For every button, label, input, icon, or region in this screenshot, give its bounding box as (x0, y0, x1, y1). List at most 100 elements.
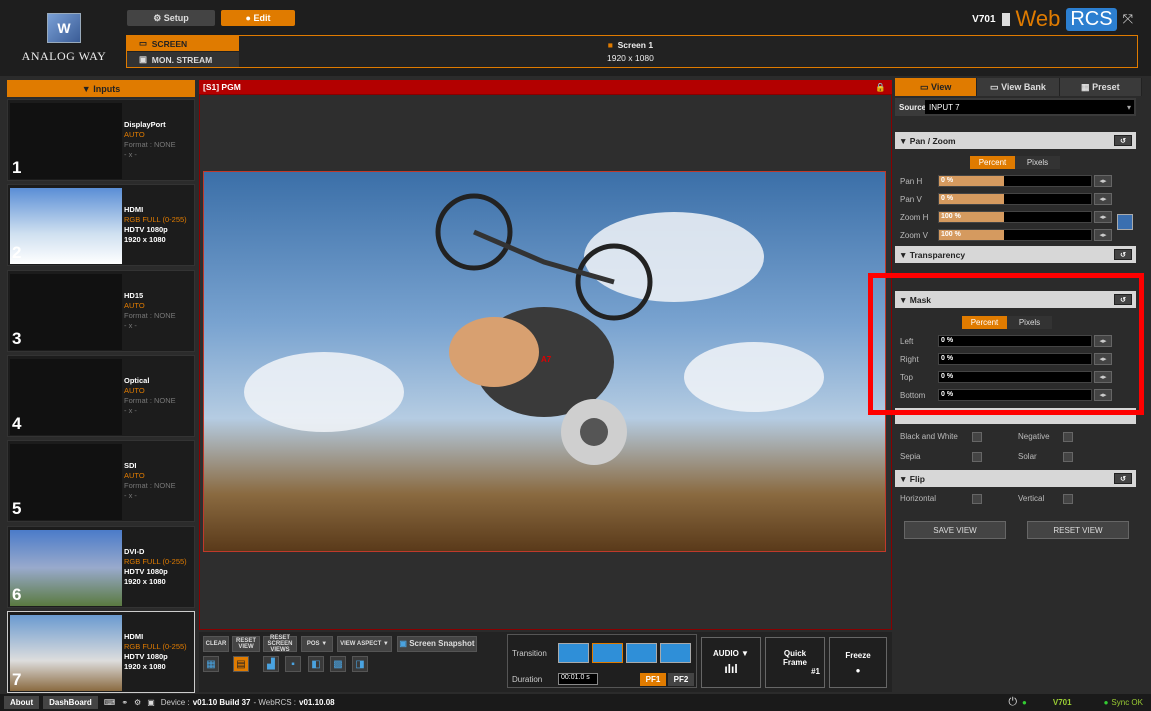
input-thumbnail (10, 358, 122, 435)
pan-zoom-slider[interactable]: 100 % (938, 211, 1092, 223)
slider-value: 100 % (941, 213, 961, 220)
duration-input[interactable]: 00:01.0 s (558, 673, 598, 685)
view-aspect-dropdown[interactable]: VIEW ASPECT ▼ (337, 636, 392, 652)
layer-layout-icon[interactable]: ▤ (233, 656, 249, 672)
aspect-lock-icon[interactable] (1117, 214, 1133, 230)
quick-frame-button[interactable]: Quick Frame #1 (765, 637, 825, 688)
transition-panel: Transition Duration 00:01.0 s PF1 PF2 (507, 634, 697, 688)
audio-label: AUDIO ▼ (713, 649, 749, 658)
dashboard-button[interactable]: DashBoard (43, 696, 98, 709)
clear-button[interactable]: CLEAR (203, 636, 229, 652)
pan-zoom-slider[interactable]: 0 % (938, 193, 1092, 205)
input-card[interactable]: 4 Optical AUTO Format : NONE - x - (7, 354, 195, 437)
screen-snapshot-button[interactable]: ▣ Screen Snapshot (397, 636, 477, 652)
input-card[interactable]: 6 DVI-D RGB FULL (0-255) HDTV 1080p 1920 x 1… (7, 525, 195, 608)
stepper-icon[interactable]: ◂▸ (1094, 211, 1112, 223)
input-info: HDMI RGB FULL (0-255) HDTV 1080p 1920 x 108… (124, 205, 187, 245)
transition-slide-icon[interactable] (626, 643, 657, 663)
pixels-toggle[interactable]: Pixels (1015, 156, 1060, 169)
input-card[interactable]: 1 DisplayPort AUTO Format : NONE - x - (7, 99, 195, 181)
web-text: Web (1015, 6, 1061, 31)
edit-button[interactable]: ● Edit (221, 10, 295, 26)
setup-button[interactable]: ⚙ Setup (127, 10, 215, 26)
percent-toggle[interactable]: Percent (970, 156, 1015, 169)
source-select[interactable]: INPUT 7 ▾ (925, 100, 1134, 114)
mon-stream-tab[interactable]: ▣ MON. STREAM (127, 52, 239, 67)
black-white-label: Black and White (900, 432, 958, 441)
pf1-button[interactable]: PF1 (640, 673, 666, 686)
reset-icon[interactable]: ↺ (1114, 249, 1132, 260)
mon-stream-label: MON. STREAM (151, 54, 213, 65)
input-card[interactable]: 2 HDMI RGB FULL (0-255) HDTV 1080p 1920 x 10… (7, 184, 195, 267)
black-white-checkbox[interactable] (972, 432, 982, 442)
reset-screen-views-button[interactable]: RESET SCREEN VIEWS (263, 635, 297, 653)
stepper-icon[interactable]: ◂▸ (1094, 193, 1112, 205)
pan-zoom-unit-toggle[interactable]: Percent Pixels (970, 156, 1060, 169)
power-icon[interactable]: ⏻ (1008, 696, 1017, 709)
transition-cut-icon[interactable] (558, 643, 589, 663)
keyboard-icon[interactable]: ⌨ (104, 698, 116, 707)
save-view-button[interactable]: SAVE VIEW (904, 521, 1006, 539)
horizontal-checkbox[interactable] (972, 494, 982, 504)
input-name: DVI-D (124, 546, 145, 556)
tab-preset[interactable]: ▦ Preset (1059, 78, 1142, 96)
screen-square-icon: ■ (607, 40, 613, 50)
fit-icon[interactable]: ◨ (352, 656, 368, 672)
reset-view-panel-button[interactable]: RESET VIEW (1027, 521, 1129, 539)
inputs-header[interactable]: ▼ Inputs (7, 80, 195, 97)
center-icon[interactable]: ▪ (285, 656, 301, 672)
device-status-dot-icon: ● (1022, 698, 1027, 707)
vertical-checkbox[interactable] (1063, 494, 1073, 504)
transition-wipe-icon[interactable] (660, 643, 691, 663)
input-signal: AUTO (124, 471, 145, 481)
screen-bar: ▭ SCREEN ▣ MON. STREAM ■ Screen 1 1920 x… (126, 35, 1138, 68)
pf2-button[interactable]: PF2 (668, 673, 694, 686)
fullscreen-icon[interactable]: ⤧ (1123, 11, 1133, 27)
tools-icon[interactable]: ⚙ (134, 698, 141, 707)
pan-zoom-slider[interactable]: 100 % (938, 229, 1092, 241)
reset-view-button[interactable]: RESET VIEW (232, 636, 260, 652)
about-button[interactable]: About (4, 696, 40, 709)
tab-view-bank[interactable]: ▭ View Bank (977, 78, 1060, 96)
solar-checkbox[interactable] (1063, 452, 1073, 462)
audio-button[interactable]: AUDIO ▼ ılıl (701, 637, 761, 688)
position-icon[interactable]: ▟ (263, 656, 279, 672)
input-info: SDI AUTO Format : NONE - x - (124, 461, 176, 501)
reset-icon[interactable]: ↺ (1114, 473, 1132, 484)
link-icon[interactable]: ⚭ (121, 698, 128, 707)
input-card[interactable]: 3 HD15 AUTO Format : NONE - x - (7, 269, 195, 352)
align-icon[interactable]: ◧ (308, 656, 324, 672)
transparency-header[interactable]: ▼ Transparency ↺ (895, 246, 1136, 263)
pan-zoom-row: Pan V 0 % ◂▸ (900, 192, 1112, 206)
stepper-icon[interactable]: ◂▸ (1094, 175, 1112, 187)
grid-icon[interactable]: ▦ (203, 656, 219, 672)
sepia-checkbox[interactable] (972, 452, 982, 462)
flip-header[interactable]: ▼ Flip ↺ (895, 470, 1136, 487)
transition-fade-icon[interactable] (592, 643, 623, 663)
input-card[interactable]: 7 HDMI RGB FULL (0-255) HDTV 1080p 1920 x 10… (7, 610, 195, 693)
rcs-text: RCS (1066, 7, 1117, 31)
input-format: HDTV 1080p (124, 651, 168, 661)
fill-icon[interactable]: ▩ (330, 656, 346, 672)
camera-icon[interactable]: ▣ (147, 698, 155, 707)
pan-zoom-slider[interactable]: 0 % (938, 175, 1092, 187)
input-card[interactable]: 5 SDI AUTO Format : NONE - x - (7, 440, 195, 523)
freeze-button[interactable]: Freeze ● (829, 637, 887, 688)
screen-tab[interactable]: ▭ SCREEN (127, 36, 239, 51)
pgm-title: [S1] PGM (203, 82, 241, 92)
reset-icon[interactable]: ↺ (1114, 135, 1132, 146)
input-name: HDMI (124, 631, 144, 641)
screen-info[interactable]: ■ Screen 1 1920 x 1080 (607, 39, 654, 65)
input-name: DisplayPort (124, 120, 166, 129)
transition-label: Transition (512, 649, 547, 658)
input-resolution: - x - (124, 491, 137, 501)
pos-dropdown[interactable]: POS ▼ (301, 636, 333, 652)
stepper-icon[interactable]: ◂▸ (1094, 229, 1112, 241)
pan-zoom-header[interactable]: ▼ Pan / Zoom ↺ (895, 132, 1136, 149)
setup-label: Setup (163, 13, 189, 23)
input-format: Format : NONE (124, 140, 176, 149)
negative-checkbox[interactable] (1063, 432, 1073, 442)
preset-icon: ▦ (1081, 81, 1090, 92)
tab-view[interactable]: ▭ View (895, 78, 978, 96)
lock-icon[interactable]: 🔒 (875, 82, 886, 93)
